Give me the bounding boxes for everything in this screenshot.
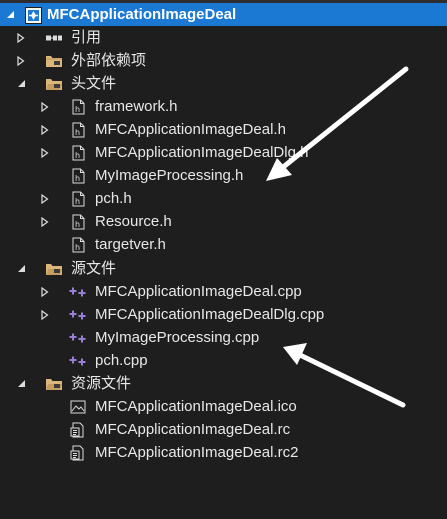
file-label: MFCApplicationImageDeal.rc [95,421,291,438]
tree-item-file-pch-cpp[interactable]: pch.cpp [0,349,447,372]
resource-file-icon [69,421,87,439]
header-file-icon: h [69,236,87,254]
folder-icon [45,260,63,278]
collapse-arrow-icon[interactable] [14,72,28,95]
svg-text:h: h [75,220,80,229]
tree-item-header-files[interactable]: 头文件 [0,72,447,95]
tree-item-file-myimageprocessing-cpp[interactable]: MyImageProcessing.cpp [0,326,447,349]
file-label: framework.h [95,98,178,115]
expand-arrow-icon[interactable] [38,95,52,118]
svg-text:h: h [75,243,80,252]
tree-item-file-pch-h[interactable]: h pch.h [0,187,447,210]
resource-file-icon [69,444,87,462]
tree-item-file-mfcapplicationimagedealdlg-cpp[interactable]: MFCApplicationImageDealDlg.cpp [0,303,447,326]
external-dependencies-icon [45,52,63,70]
expand-arrow-icon[interactable] [14,49,28,72]
external-dependencies-label: 外部依赖项 [71,52,147,69]
tree-item-file-mfcapplicationimagedeal-rc[interactable]: MFCApplicationImageDeal.rc [0,418,447,441]
header-file-icon: h [69,167,87,185]
tree-item-external-dependencies[interactable]: 外部依赖项 [0,49,447,72]
svg-text:h: h [75,105,80,114]
tree-item-file-mfcapplicationimagedeal-rc2[interactable]: MFCApplicationImageDeal.rc2 [0,441,447,464]
tree-item-source-files[interactable]: 源文件 [0,257,447,280]
tree-item-file-framework-h[interactable]: h framework.h [0,95,447,118]
tree-item-project[interactable]: MFCApplicationImageDeal [0,3,447,26]
svg-text:h: h [75,128,80,137]
tree-item-file-mfcapplicationimagedealdlg-h[interactable]: h MFCApplicationImageDealDlg.h [0,141,447,164]
file-label: MFCApplicationImageDeal.cpp [95,283,302,300]
file-label: MyImageProcessing.cpp [95,329,260,346]
tree-item-file-myimageprocessing-h[interactable]: h MyImageProcessing.h [0,164,447,187]
svg-text:h: h [75,151,80,160]
tree-item-resource-files[interactable]: 资源文件 [0,372,447,395]
resource-files-label: 资源文件 [71,375,132,392]
references-label: 引用 [71,29,102,46]
source-files-label: 源文件 [71,260,117,277]
tree-item-file-mfcapplicationimagedeal-cpp[interactable]: MFCApplicationImageDeal.cpp [0,280,447,303]
tree-item-file-mfcapplicationimagedeal-h[interactable]: h MFCApplicationImageDeal.h [0,118,447,141]
cpp-file-icon [69,306,87,324]
expand-arrow-icon[interactable] [38,141,52,164]
file-label: MFCApplicationImageDeal.h [95,121,286,138]
project-icon [24,6,42,24]
svg-text:h: h [75,197,80,206]
collapse-arrow-icon[interactable] [14,257,28,280]
header-file-icon: h [69,121,87,139]
expand-arrow-icon[interactable] [38,280,52,303]
tree-item-file-resource-h[interactable]: h Resource.h [0,210,447,233]
file-label: MFCApplicationImageDealDlg.h [95,144,309,161]
expand-arrow-icon[interactable] [38,187,52,210]
collapse-arrow-icon[interactable] [3,3,17,26]
tree-item-file-targetver-h[interactable]: h targetver.h [0,233,447,256]
project-label: MFCApplicationImageDeal [47,6,237,23]
file-label: pch.cpp [95,352,148,369]
cpp-file-icon [69,352,87,370]
file-label: pch.h [95,190,132,207]
file-label: MFCApplicationImageDeal.ico [95,398,297,415]
file-label: MFCApplicationImageDealDlg.cpp [95,306,325,323]
file-label: MFCApplicationImageDeal.rc2 [95,444,299,461]
collapse-arrow-icon[interactable] [14,372,28,395]
file-label: targetver.h [95,236,166,253]
cpp-file-icon [69,329,87,347]
expand-arrow-icon[interactable] [14,26,28,49]
header-files-label: 头文件 [71,75,117,92]
references-icon [45,29,63,47]
header-file-icon: h [69,190,87,208]
expand-arrow-icon[interactable] [38,303,52,326]
tree-item-file-mfcapplicationimagedeal-ico[interactable]: MFCApplicationImageDeal.ico [0,395,447,418]
header-file-icon: h [69,213,87,231]
cpp-file-icon [69,283,87,301]
expand-arrow-icon[interactable] [38,210,52,233]
expand-arrow-icon[interactable] [38,118,52,141]
folder-icon [45,75,63,93]
header-file-icon: h [69,98,87,116]
svg-text:h: h [75,174,80,183]
folder-icon [45,375,63,393]
header-file-icon: h [69,144,87,162]
file-label: MyImageProcessing.h [95,167,244,184]
file-label: Resource.h [95,213,172,230]
tree-item-references[interactable]: 引用 [0,26,447,49]
image-file-icon [69,398,87,416]
